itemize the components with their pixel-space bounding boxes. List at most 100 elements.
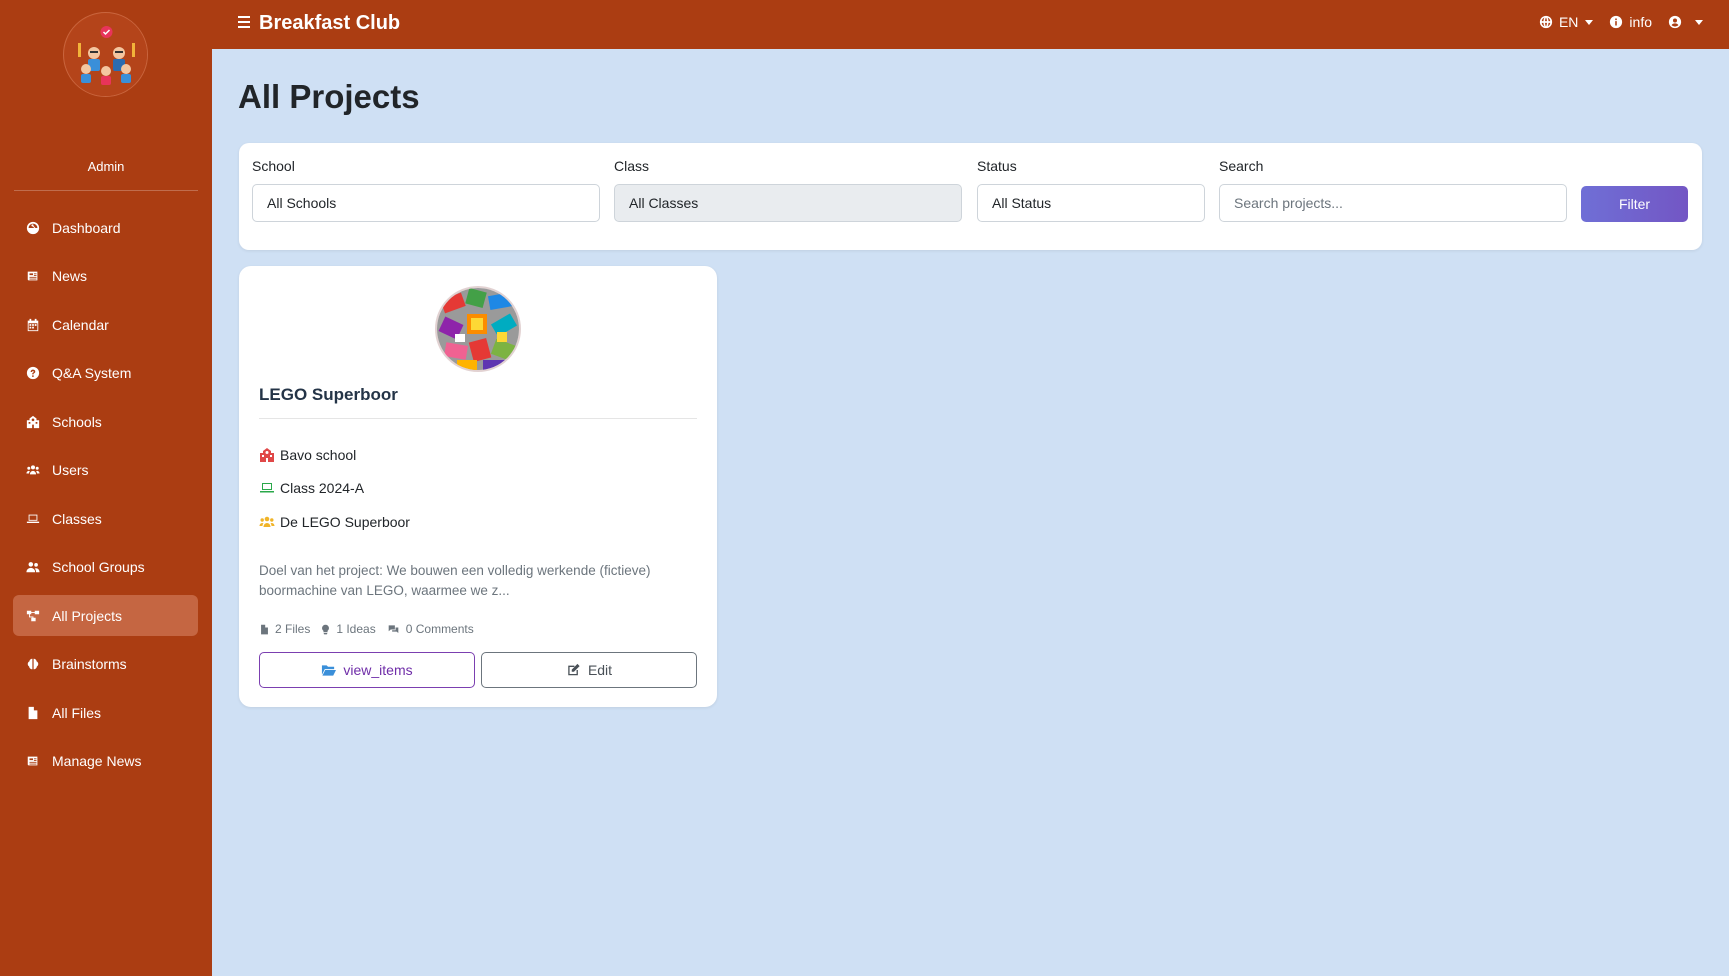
sidebar-item-label: Q&A System bbox=[52, 365, 132, 381]
newspaper-icon bbox=[26, 269, 40, 283]
sidebar-item-calendar[interactable]: Calendar bbox=[13, 304, 198, 345]
info-link[interactable]: info bbox=[1609, 14, 1652, 30]
users-icon bbox=[259, 516, 275, 527]
files-count-label: 2 Files bbox=[275, 622, 311, 636]
status-filter-group: Status All Status bbox=[977, 158, 1205, 222]
comments-icon bbox=[388, 624, 399, 633]
sidebar-item-label: All Projects bbox=[52, 607, 123, 624]
menu-toggle-icon[interactable] bbox=[238, 16, 250, 28]
school-filter-label: School bbox=[252, 158, 295, 174]
globe-icon bbox=[1539, 15, 1553, 29]
sidebar-item-all-projects[interactable]: All Projects bbox=[13, 595, 198, 636]
user-role-label: Admin bbox=[87, 159, 125, 174]
files-count: 2 Files bbox=[259, 622, 310, 636]
school-select[interactable]: All Schools bbox=[252, 184, 600, 222]
sidebar-item-classes[interactable]: Classes bbox=[13, 498, 198, 539]
dashboard-icon bbox=[26, 221, 40, 235]
sidebar-item-school-groups[interactable]: School Groups bbox=[13, 547, 198, 588]
ideas-count: 1 Ideas bbox=[320, 622, 376, 636]
chevron-down-icon bbox=[1585, 19, 1594, 25]
file-icon bbox=[261, 624, 268, 634]
info-circle-icon bbox=[1610, 15, 1623, 29]
status-select[interactable]: All Status bbox=[977, 184, 1205, 222]
school-filter-group: School All Schools bbox=[252, 158, 600, 222]
chevron-down-icon bbox=[1695, 19, 1703, 25]
sidebar-divider bbox=[14, 190, 198, 191]
top-right-menu: EN info bbox=[1523, 14, 1703, 30]
user-circle-icon bbox=[1668, 15, 1682, 29]
comments-count: 0 Comments bbox=[386, 622, 474, 636]
sidebar-item-brainstorms[interactable]: Brainstorms bbox=[13, 644, 198, 685]
laptop-icon bbox=[260, 483, 274, 493]
card-divider bbox=[259, 418, 697, 419]
school-icon bbox=[26, 415, 40, 429]
top-navbar: Breakfast Club EN info bbox=[212, 0, 1729, 49]
project-group-label: De LEGO Superboor bbox=[280, 514, 410, 530]
lego-bricks-image bbox=[437, 288, 519, 370]
sidebar-item-label: Calendar bbox=[52, 316, 109, 333]
project-description: Doel van het project: We bouwen een voll… bbox=[259, 563, 651, 598]
sidebar-nav: Dashboard News Calendar Q&A System Schoo… bbox=[13, 207, 198, 789]
sidebar-item-label: All Files bbox=[52, 704, 102, 721]
app-logo[interactable] bbox=[63, 12, 148, 97]
language-label: EN bbox=[1558, 14, 1579, 30]
project-card: LEGO Superboor Bavo school Class 2024-A … bbox=[239, 266, 717, 707]
sidebar-item-users[interactable]: Users bbox=[13, 450, 198, 491]
search-filter-label: Search bbox=[1219, 158, 1264, 174]
class-select[interactable]: All Classes bbox=[614, 184, 962, 222]
sidebar-item-label: Classes bbox=[52, 510, 102, 527]
view-items-label: view_items bbox=[343, 662, 413, 678]
sidebar-item-label: Users bbox=[52, 462, 89, 478]
sidebar-item-manage-news[interactable]: Manage News bbox=[13, 741, 198, 782]
project-school: Bavo school bbox=[259, 447, 356, 463]
class-filter-label: Class bbox=[614, 158, 650, 174]
file-icon bbox=[26, 706, 40, 720]
project-stats: 2 Files 1 Ideas 0 Comments bbox=[259, 622, 484, 636]
lightbulb-icon bbox=[322, 624, 330, 634]
status-filter-label: Status bbox=[977, 158, 1017, 174]
search-input[interactable]: Search projects... bbox=[1219, 184, 1567, 222]
newspaper-icon bbox=[26, 754, 40, 768]
filter-button[interactable]: Filter bbox=[1581, 186, 1688, 222]
project-image bbox=[435, 286, 521, 372]
page-title: All Projects bbox=[238, 78, 420, 115]
sidebar-item-label: News bbox=[52, 268, 88, 284]
edit-icon bbox=[568, 663, 580, 676]
sidebar-item-label: School Groups bbox=[52, 559, 145, 575]
comments-count-label: 0 Comments bbox=[405, 622, 474, 636]
users-icon bbox=[26, 463, 40, 477]
ideas-count-label: 1 Ideas bbox=[336, 622, 376, 636]
breakfast-club-logo-image bbox=[64, 13, 147, 96]
project-diagram-icon bbox=[26, 609, 40, 623]
edit-button[interactable]: Edit bbox=[481, 652, 697, 688]
sidebar-item-dashboard[interactable]: Dashboard bbox=[13, 207, 198, 248]
user-menu-dropdown[interactable] bbox=[1668, 15, 1703, 29]
sidebar-item-news[interactable]: News bbox=[13, 256, 198, 297]
filter-panel: School All Schools Class All Classes Sta… bbox=[239, 143, 1702, 250]
sidebar-item-label: Dashboard bbox=[52, 219, 121, 236]
user-group-icon bbox=[26, 560, 40, 574]
sidebar-item-all-files[interactable]: All Files bbox=[13, 692, 198, 733]
app-title[interactable]: Breakfast Club bbox=[259, 12, 400, 35]
class-filter-group: Class All Classes bbox=[614, 158, 962, 222]
brain-icon bbox=[26, 657, 40, 671]
info-label: info bbox=[1629, 14, 1652, 30]
view-items-button[interactable]: view_items bbox=[259, 652, 475, 688]
sidebar: Admin Dashboard News Calendar Q&A System… bbox=[0, 0, 212, 976]
calendar-icon bbox=[26, 318, 40, 332]
sidebar-item-label: Manage News bbox=[52, 753, 142, 769]
project-school-label: Bavo school bbox=[280, 447, 357, 463]
sidebar-item-qa-system[interactable]: Q&A System bbox=[13, 353, 198, 394]
language-dropdown[interactable]: EN bbox=[1539, 14, 1594, 30]
folder-open-icon bbox=[322, 665, 337, 676]
project-class-label: Class 2024-A bbox=[280, 480, 365, 496]
sidebar-item-label: Schools bbox=[52, 413, 102, 430]
project-title[interactable]: LEGO Superboor bbox=[259, 385, 398, 405]
project-group: De LEGO Superboor bbox=[259, 514, 410, 530]
school-icon bbox=[260, 448, 274, 462]
project-class: Class 2024-A bbox=[259, 480, 364, 496]
edit-label: Edit bbox=[587, 662, 613, 678]
laptop-icon bbox=[26, 512, 40, 526]
sidebar-item-schools[interactable]: Schools bbox=[13, 401, 198, 442]
sidebar-item-label: Brainstorms bbox=[52, 656, 127, 672]
